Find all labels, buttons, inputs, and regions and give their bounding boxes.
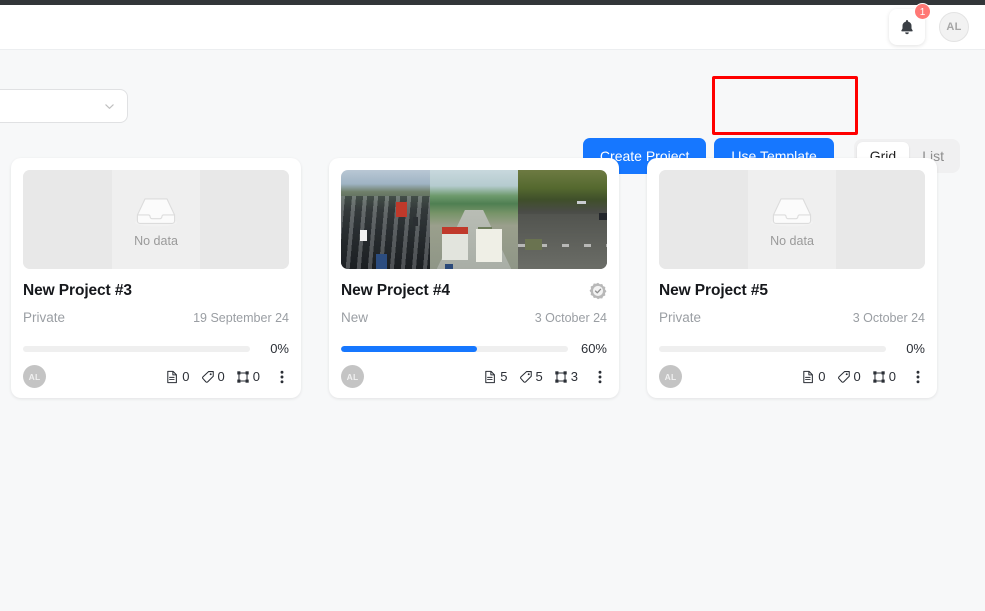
no-data-label: No data (770, 233, 814, 248)
verified-badge-icon (589, 282, 607, 300)
stat-documents: 0 (165, 369, 190, 384)
header-actions: 1 AL (889, 3, 969, 45)
thumbnail-photo (429, 170, 519, 269)
project-title: New Project #5 (659, 282, 768, 299)
stat-value: 5 (535, 369, 543, 384)
tag-icon (837, 370, 850, 383)
notifications-button[interactable]: 1 (889, 3, 931, 45)
project-date: 19 September 24 (193, 310, 289, 325)
card-footer: AL 5 5 3 (341, 365, 607, 388)
document-icon (485, 370, 496, 383)
card-stats: 0 0 0 (801, 369, 925, 385)
stat-annotations: 3 (554, 369, 578, 384)
empty-inbox-icon (770, 197, 814, 226)
stat-documents: 0 (801, 369, 826, 384)
stat-documents: 5 (483, 369, 508, 384)
card-title-row: New Project #3 (23, 282, 289, 300)
filter-select[interactable] (0, 89, 128, 123)
more-options-icon[interactable] (911, 369, 925, 385)
card-meta-row: Private 3 October 24 (659, 310, 925, 325)
empty-inbox-icon (134, 197, 178, 226)
stat-value: 0 (252, 369, 260, 384)
stat-annotations: 0 (236, 369, 260, 384)
project-date: 3 October 24 (852, 310, 925, 325)
more-options-icon[interactable] (593, 369, 607, 385)
project-owner-avatar: AL (23, 365, 46, 388)
bounding-box-icon (555, 370, 567, 383)
card-stats: 0 0 0 (165, 369, 289, 385)
toolbar: Create Project Use Template Grid List (0, 50, 985, 174)
card-footer: AL 0 0 0 (23, 365, 289, 388)
project-visibility: New (341, 310, 369, 325)
project-grid: No data New Project #3 Private 19 Septem… (11, 158, 974, 398)
stat-value: 5 (500, 369, 508, 384)
document-icon (803, 370, 814, 383)
stat-value: 0 (853, 369, 861, 384)
stat-value: 3 (570, 369, 578, 384)
progress-track (659, 345, 886, 352)
progress-label: 0% (270, 341, 289, 356)
tag-icon (519, 370, 532, 383)
notification-badge: 1 (914, 3, 931, 20)
card-stats: 5 5 3 (483, 369, 607, 385)
stat-tags: 0 (837, 369, 861, 384)
stat-value: 0 (217, 369, 225, 384)
project-title: New Project #4 (341, 282, 450, 299)
document-icon (167, 370, 178, 383)
thumbnail-photo (518, 170, 607, 269)
stat-tags: 5 (519, 369, 543, 384)
project-title: New Project #3 (23, 282, 132, 299)
app-header: 1 AL (0, 3, 985, 50)
stat-value: 0 (888, 369, 896, 384)
no-data-label: No data (134, 233, 178, 248)
project-thumbnail-empty: No data (659, 170, 925, 269)
card-title-row: New Project #4 (341, 282, 607, 300)
progress-label: 0% (906, 341, 925, 356)
no-data-placeholder: No data (23, 170, 289, 269)
stat-annotations: 0 (872, 369, 896, 384)
project-thumbnail-empty: No data (23, 170, 289, 269)
user-avatar[interactable]: AL (939, 12, 969, 42)
project-owner-avatar: AL (341, 365, 364, 388)
tag-icon (201, 370, 214, 383)
project-thumbnail-photos (341, 170, 607, 269)
project-date: 3 October 24 (534, 310, 607, 325)
no-data-placeholder: No data (659, 170, 925, 269)
more-options-icon[interactable] (275, 369, 289, 385)
stat-value: 0 (818, 369, 826, 384)
card-meta-row: Private 19 September 24 (23, 310, 289, 325)
bounding-box-icon (873, 370, 885, 383)
project-visibility: Private (659, 310, 702, 325)
thumbnail-photo (341, 170, 430, 269)
progress-row: 0% (659, 341, 925, 356)
chevron-down-icon (105, 103, 114, 109)
progress-row: 60% (341, 341, 607, 356)
stat-value: 0 (182, 369, 190, 384)
project-card[interactable]: No data New Project #3 Private 19 Septem… (11, 158, 301, 398)
progress-label: 60% (580, 341, 607, 356)
stat-tags: 0 (201, 369, 225, 384)
bounding-box-icon (237, 370, 249, 383)
app-root: 1 AL Create Project Use Template Grid Li… (0, 0, 985, 611)
bell-icon (901, 19, 913, 35)
project-card[interactable]: No data New Project #5 Private 3 October… (647, 158, 937, 398)
progress-row: 0% (23, 341, 289, 356)
progress-track (23, 345, 250, 352)
card-footer: AL 0 0 0 (659, 365, 925, 388)
progress-track (341, 345, 568, 352)
card-title-row: New Project #5 (659, 282, 925, 300)
project-owner-avatar: AL (659, 365, 682, 388)
project-card[interactable]: New Project #4 New 3 October 24 60% AL 5… (329, 158, 619, 398)
project-visibility: Private (23, 310, 66, 325)
progress-fill (341, 345, 478, 352)
card-meta-row: New 3 October 24 (341, 310, 607, 325)
